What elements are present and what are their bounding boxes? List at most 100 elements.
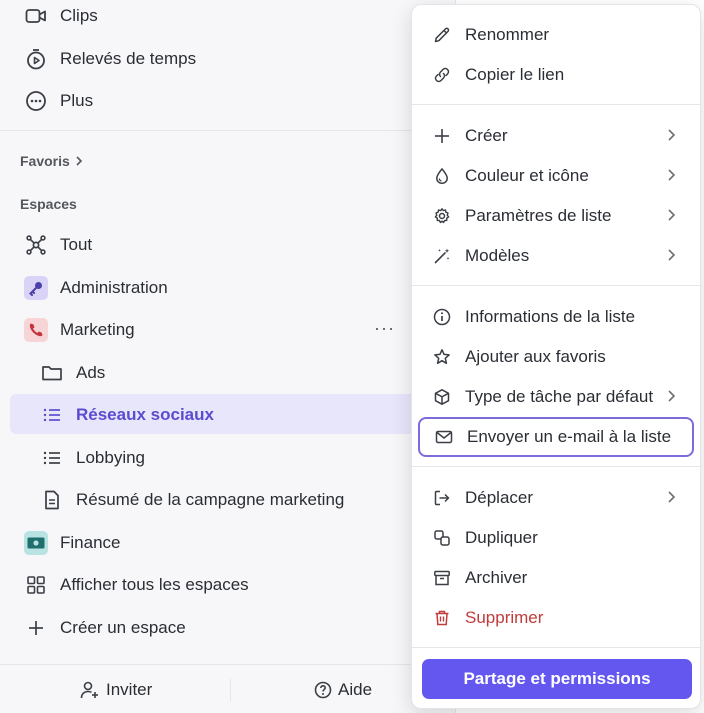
divider — [0, 130, 456, 131]
move-icon — [432, 488, 452, 508]
menu-item-default-task-type[interactable]: Type de tâche par défaut — [412, 377, 700, 417]
sidebar-item-social-networks[interactable]: Réseaux sociaux — [40, 395, 214, 435]
spaces-label: Espaces — [20, 196, 77, 212]
sidebar-item-administration[interactable]: Administration — [24, 268, 168, 308]
magic-wand-icon — [432, 246, 452, 266]
sidebar-item-label: Réseaux sociaux — [76, 405, 214, 424]
menu-item-color-icon[interactable]: Couleur et icône — [412, 156, 700, 196]
add-user-icon — [80, 680, 100, 700]
info-icon — [432, 307, 452, 327]
mail-icon — [434, 427, 454, 447]
sidebar-item-more[interactable]: Plus — [24, 81, 93, 121]
sidebar-item-label: Ads — [76, 363, 106, 382]
sidebar-item-label: Administration — [60, 278, 168, 297]
list-context-menu: Renommer Copier le lien Créer Couleur et… — [411, 4, 701, 709]
help-label: Aide — [338, 680, 373, 699]
sidebar-item-label: Plus — [60, 91, 94, 110]
menu-item-label: Couleur et icône — [465, 166, 589, 185]
favorites-header[interactable]: Favoris — [20, 153, 84, 169]
star-icon — [432, 347, 452, 367]
sidebar-item-label: Finance — [60, 533, 121, 552]
chevron-right-icon — [666, 168, 676, 182]
menu-item-label: Renommer — [465, 25, 550, 44]
pencil-icon — [432, 25, 452, 45]
video-icon — [24, 4, 48, 28]
menu-divider — [412, 647, 700, 648]
list-icon — [40, 446, 64, 470]
sidebar-item-label: Marketing — [60, 320, 135, 339]
sidebar-item-lobbying[interactable]: Lobbying — [40, 438, 145, 478]
sidebar-item-clips[interactable]: Clips — [24, 0, 98, 36]
menu-divider — [412, 104, 700, 105]
menu-item-label: Paramètres de liste — [465, 206, 612, 225]
key-icon — [24, 276, 48, 300]
cube-icon — [432, 387, 452, 407]
invite-button[interactable]: Inviter — [80, 680, 152, 700]
money-icon — [24, 531, 48, 555]
menu-item-rename[interactable]: Renommer — [412, 15, 700, 55]
document-icon — [40, 488, 64, 512]
sidebar-item-create-space[interactable]: Créer un espace — [24, 608, 186, 648]
sidebar-item-label: Afficher tous les espaces — [60, 575, 249, 594]
link-icon — [432, 65, 452, 85]
menu-item-email-list[interactable]: Envoyer un e-mail à la liste — [418, 417, 694, 457]
sidebar-item-campaign-summary[interactable]: Résumé de la campagne marketing — [40, 480, 344, 520]
menu-item-create[interactable]: Créer — [412, 116, 700, 156]
drop-icon — [432, 166, 452, 186]
sidebar-item-marketing[interactable]: Marketing — [24, 310, 135, 350]
hub-icon — [24, 233, 48, 257]
plus-icon — [24, 616, 48, 640]
spaces-header: Espaces — [20, 196, 77, 212]
more-circle-icon — [24, 89, 48, 113]
plus-icon — [432, 126, 452, 146]
sidebar-item-view-all-spaces[interactable]: Afficher tous les espaces — [24, 565, 249, 605]
sidebar-item-ads[interactable]: Ads — [40, 353, 105, 393]
chevron-right-icon — [74, 155, 84, 167]
menu-item-delete[interactable]: Supprimer — [412, 598, 700, 638]
menu-item-label: Créer — [465, 126, 508, 145]
sidebar-item-label: Relevés de temps — [60, 49, 197, 68]
menu-item-label: Modèles — [465, 246, 530, 265]
menu-item-label: Envoyer un e-mail à la liste — [467, 427, 672, 446]
chevron-right-icon — [666, 389, 676, 403]
menu-item-archive[interactable]: Archiver — [412, 558, 700, 598]
chevron-right-icon — [666, 248, 676, 262]
phone-icon — [24, 318, 48, 342]
sidebar: Clips Relevés de temps Plus Favoris Espa… — [0, 0, 456, 713]
menu-item-move[interactable]: Déplacer — [412, 478, 700, 518]
archive-icon — [432, 568, 452, 588]
menu-item-label: Informations de la liste — [465, 307, 636, 326]
menu-item-label: Dupliquer — [465, 528, 538, 547]
stopwatch-icon — [24, 47, 48, 71]
chevron-right-icon — [666, 128, 676, 142]
chevron-right-icon — [666, 208, 676, 222]
menu-item-copy-link[interactable]: Copier le lien — [412, 55, 700, 95]
menu-item-add-favorite[interactable]: Ajouter aux favoris — [412, 337, 700, 377]
footer-divider — [230, 679, 231, 701]
menu-item-label: Type de tâche par défaut — [465, 387, 654, 406]
menu-item-label: Copier le lien — [465, 65, 565, 84]
menu-divider — [412, 285, 700, 286]
sharing-permissions-button[interactable]: Partage et permissions — [422, 659, 692, 699]
sidebar-item-all[interactable]: Tout — [24, 225, 92, 265]
trash-icon — [432, 608, 452, 628]
sidebar-item-label: Lobbying — [76, 448, 146, 467]
menu-item-label: Déplacer — [465, 488, 534, 507]
invite-label: Inviter — [106, 680, 153, 699]
sidebar-item-finance[interactable]: Finance — [24, 523, 120, 563]
sidebar-item-label: Clips — [60, 6, 98, 25]
folder-icon — [40, 361, 64, 385]
grid-icon — [24, 573, 48, 597]
menu-divider — [412, 466, 700, 467]
gear-icon — [432, 206, 452, 226]
help-button[interactable]: Aide — [314, 680, 372, 700]
sidebar-footer: Inviter Aide — [0, 664, 456, 713]
menu-item-label: Ajouter aux favoris — [465, 347, 606, 366]
menu-item-label: Archiver — [465, 568, 528, 587]
menu-item-list-settings[interactable]: Paramètres de liste — [412, 196, 700, 236]
more-options-icon[interactable]: ··· — [374, 318, 395, 339]
menu-item-list-info[interactable]: Informations de la liste — [412, 297, 700, 337]
menu-item-templates[interactable]: Modèles — [412, 236, 700, 276]
sidebar-item-timesheets[interactable]: Relevés de temps — [24, 39, 196, 79]
menu-item-duplicate[interactable]: Dupliquer — [412, 518, 700, 558]
